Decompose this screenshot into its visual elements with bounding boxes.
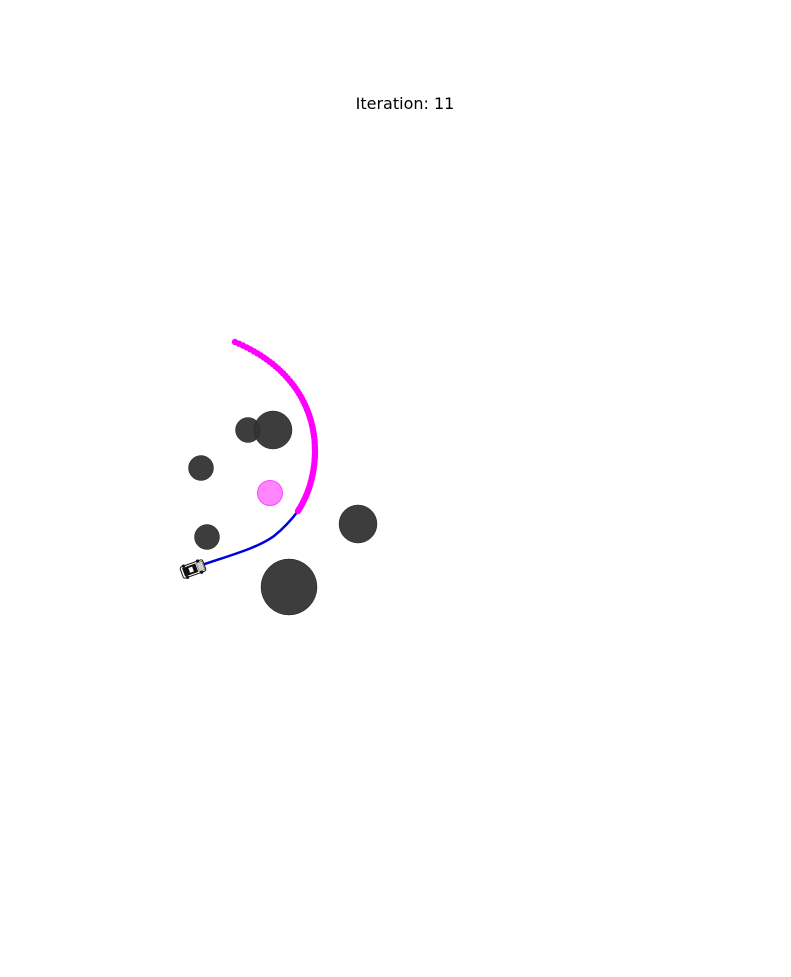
vehicle <box>179 559 207 579</box>
predicted-path-point <box>294 507 302 515</box>
obstacle <box>194 524 220 550</box>
obstacle <box>338 504 378 544</box>
obstacles <box>188 410 378 616</box>
obstacle <box>260 558 318 616</box>
simulation-canvas: Iteration: 11 <box>179 94 455 616</box>
obstacle <box>188 455 214 481</box>
obstacle <box>253 410 293 450</box>
iteration-title: Iteration: 11 <box>356 94 455 113</box>
goal-marker <box>257 480 283 506</box>
